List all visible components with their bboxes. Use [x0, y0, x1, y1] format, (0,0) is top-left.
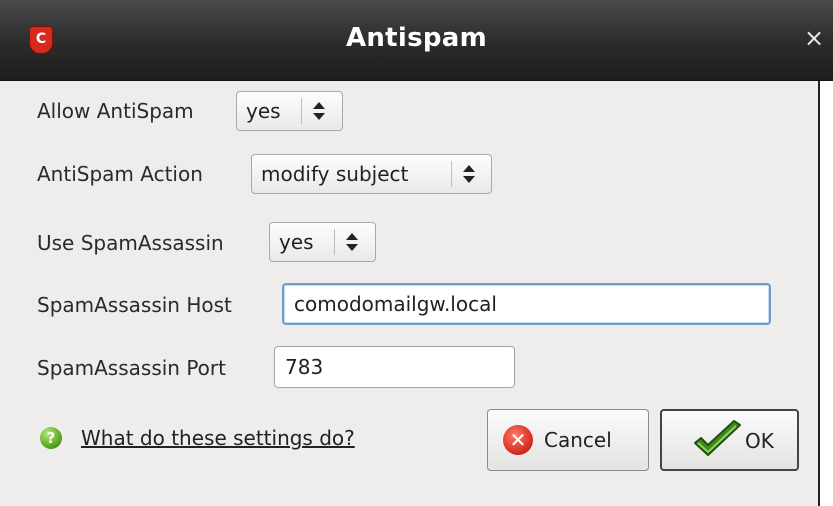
spamassassin-host-field[interactable] — [282, 283, 771, 325]
window-title: Antispam — [345, 23, 488, 53]
checkmark-icon — [694, 420, 741, 456]
updown-arrows-icon — [342, 223, 362, 261]
close-icon[interactable]: × — [800, 22, 828, 54]
help-icon[interactable]: ? — [40, 427, 62, 449]
spamassassin-host-label: SpamAssassin Host — [37, 293, 232, 317]
use-spamassassin-select[interactable]: yes — [269, 222, 376, 262]
use-spamassassin-label: Use SpamAssassin — [37, 231, 224, 255]
title-bar: C Antispam × — [0, 0, 833, 81]
spamassassin-port-field[interactable] — [274, 346, 515, 388]
antispam-action-select[interactable]: modify subject — [251, 154, 492, 194]
ok-button[interactable]: OK — [660, 409, 799, 471]
select-separator — [334, 229, 335, 255]
cancel-button-label: Cancel — [544, 428, 612, 452]
select-separator — [451, 161, 452, 187]
use-spamassassin-value: yes — [279, 230, 314, 254]
updown-arrows-icon — [309, 92, 329, 130]
updown-arrows-icon — [459, 155, 479, 193]
cancel-icon: ✕ — [503, 425, 533, 455]
help-link[interactable]: What do these settings do? — [81, 424, 355, 452]
ok-button-label: OK — [745, 429, 774, 453]
cancel-button[interactable]: ✕ Cancel — [487, 409, 649, 471]
select-separator — [301, 98, 302, 124]
antispam-action-value: modify subject — [261, 162, 409, 186]
spamassassin-port-label: SpamAssassin Port — [37, 356, 226, 380]
allow-antispam-select[interactable]: yes — [236, 91, 343, 131]
allow-antispam-value: yes — [246, 99, 281, 123]
antispam-action-label: AntiSpam Action — [37, 162, 203, 186]
allow-antispam-label: Allow AntiSpam — [37, 99, 194, 123]
